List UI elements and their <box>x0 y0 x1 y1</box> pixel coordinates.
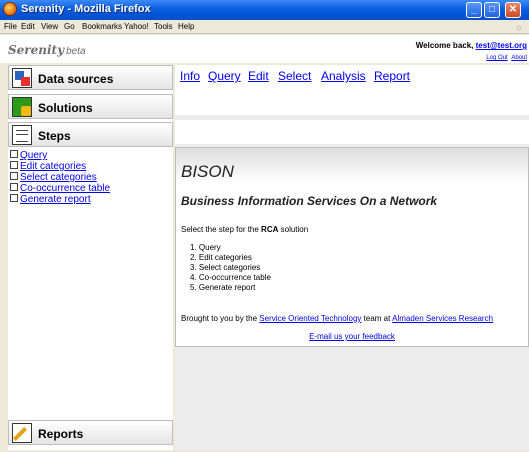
menu-help[interactable]: Help <box>178 22 194 31</box>
sidebar-item-solutions[interactable]: Solutions <box>8 94 173 119</box>
sidebar-item-label: Data sources <box>38 72 114 86</box>
list-item: Co-occurrence table <box>10 183 110 194</box>
window-title: Serenity - Mozilla Firefox <box>21 3 151 15</box>
step-link-generate-report[interactable]: Generate report <box>20 194 91 205</box>
pencil-icon <box>12 423 32 443</box>
feedback-link[interactable]: E-mail us your feedback <box>309 332 395 341</box>
step-link-select-categories[interactable]: Select categories <box>20 172 97 183</box>
steps-list: Query Edit categories Select categories … <box>10 150 110 205</box>
list-item: Generate report <box>10 194 110 205</box>
database-icon <box>12 68 32 88</box>
tab-select[interactable]: Select <box>278 69 311 83</box>
sidebar-item-label: Reports <box>38 427 84 441</box>
sidebar-item-data-sources[interactable]: Data sources <box>8 65 173 90</box>
lab-link[interactable]: Almaden Services Research <box>392 314 493 323</box>
list-item: 1. Query <box>190 243 221 252</box>
step-link-edit-categories[interactable]: Edit categories <box>20 161 86 172</box>
list-item: 3. Select categories <box>190 263 261 272</box>
menu-tools[interactable]: Tools <box>154 22 173 31</box>
menu-go[interactable]: Go <box>64 22 75 31</box>
menu-view[interactable]: View <box>41 22 58 31</box>
logout-link[interactable]: Log Out <box>486 55 507 61</box>
sidebar-item-steps[interactable]: Steps <box>8 122 173 147</box>
step-checkbox[interactable] <box>10 183 18 191</box>
list-item: 5. Generate report <box>190 283 256 292</box>
sidebar-item-label: Steps <box>38 129 71 143</box>
step-link-co-occurrence-table[interactable]: Co-occurrence table <box>20 183 110 194</box>
maximize-button[interactable]: □ <box>484 2 500 18</box>
sidebar-item-label: Solutions <box>38 101 93 115</box>
list-item: Select categories <box>10 172 110 183</box>
page-subtitle: Business Information Services On a Netwo… <box>181 194 438 208</box>
list-item: 4. Co-occurrence table <box>190 273 271 282</box>
close-button[interactable]: ✕ <box>505 2 521 18</box>
welcome-message: Welcome back, test@test.org <box>415 41 527 50</box>
step-checkbox[interactable] <box>10 150 18 158</box>
feedback-row: E-mail us your feedback <box>176 332 528 341</box>
toolbar-strip <box>175 120 529 144</box>
credits-text: Brought to you by the Service Oriented T… <box>181 314 494 323</box>
content-panel: BISON Business Information Services On a… <box>175 147 529 347</box>
main-area: Info Query Edit Select Analysis Report B… <box>175 65 529 450</box>
step-link-query[interactable]: Query <box>20 150 47 161</box>
menu-edit[interactable]: Edit <box>21 22 35 31</box>
menu-bar: File Edit View Go Bookmarks Yahoo! Tools… <box>0 20 529 34</box>
intro-text: Select the step for the RCA solution <box>181 225 309 234</box>
menu-yahoo[interactable]: Yahoo! <box>124 22 149 31</box>
about-link[interactable]: About <box>511 55 527 61</box>
content-header: BISON Business Information Services On a… <box>176 148 528 210</box>
list-item: Edit categories <box>10 161 110 172</box>
tab-query[interactable]: Query <box>208 69 241 83</box>
user-link[interactable]: test@test.org <box>476 41 527 50</box>
tab-info[interactable]: Info <box>180 69 200 83</box>
puzzle-icon <box>12 97 32 117</box>
tab-edit[interactable]: Edit <box>248 69 269 83</box>
team-link[interactable]: Service Oriented Technology <box>259 314 361 323</box>
tab-bar: Info Query Edit Select Analysis Report <box>175 65 529 115</box>
throbber-icon: ☼ <box>515 22 524 32</box>
list-item: 2. Edit categories <box>190 253 252 262</box>
sidebar: Data sources Solutions Steps Query Edit … <box>8 65 173 450</box>
steps-ordered-list: 1. Query 2. Edit categories 3. Select ca… <box>190 243 271 293</box>
account-links: Log Out About <box>484 55 527 61</box>
step-checkbox[interactable] <box>10 172 18 180</box>
title-bar: Serenity - Mozilla Firefox _ □ ✕ <box>0 0 529 20</box>
sidebar-item-reports[interactable]: Reports <box>8 420 173 445</box>
brand-logo: Serenity beta <box>8 43 86 57</box>
menu-bookmarks[interactable]: Bookmarks <box>82 22 122 31</box>
tab-report[interactable]: Report <box>374 69 410 83</box>
menu-file[interactable]: File <box>4 22 17 31</box>
step-checkbox[interactable] <box>10 161 18 169</box>
page-title: BISON <box>181 162 234 181</box>
list-item: Query <box>10 150 110 161</box>
list-icon <box>12 125 32 145</box>
tab-analysis[interactable]: Analysis <box>321 69 366 83</box>
step-checkbox[interactable] <box>10 194 18 202</box>
minimize-button[interactable]: _ <box>466 2 482 18</box>
app-header: Serenity beta Welcome back, test@test.org… <box>0 35 529 63</box>
firefox-icon <box>3 2 17 16</box>
